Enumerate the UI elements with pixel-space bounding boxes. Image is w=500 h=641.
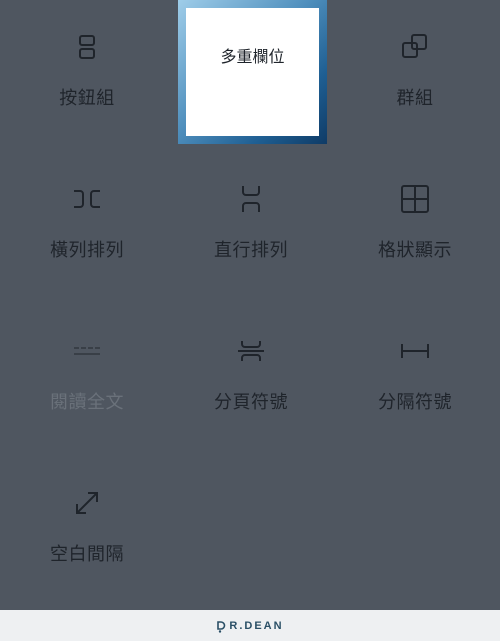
block-label: 分頁符號 bbox=[214, 392, 288, 413]
brand-logo[interactable]: R.DEAN bbox=[216, 619, 283, 633]
block-columns-selected-frame: 多重欄位 bbox=[178, 0, 327, 144]
block-columns[interactable]: 多重欄位 bbox=[186, 8, 319, 136]
group-icon bbox=[397, 24, 433, 70]
block-more: 閱讀全文 bbox=[19, 304, 155, 432]
block-stack[interactable]: 直行排列 bbox=[183, 152, 319, 280]
block-label: 群組 bbox=[396, 88, 434, 109]
row-icon bbox=[69, 176, 105, 222]
block-inserter-grid: 按鈕組 多重欄位 群組 橫列排列 直行排列 格狀顯示 閱讀全文 分頁符號 分隔符… bbox=[0, 0, 500, 610]
block-label: 按鈕組 bbox=[59, 88, 115, 109]
block-label: 橫列排列 bbox=[50, 240, 124, 261]
buttons-icon bbox=[69, 24, 105, 70]
block-row[interactable]: 橫列排列 bbox=[19, 152, 155, 280]
block-group[interactable]: 群組 bbox=[347, 0, 483, 128]
block-label: 空白間隔 bbox=[50, 544, 124, 565]
grid-icon bbox=[397, 176, 433, 222]
spacer-icon bbox=[69, 480, 105, 526]
separator-icon bbox=[397, 328, 433, 374]
block-spacer[interactable]: 空白間隔 bbox=[19, 456, 155, 584]
footer-bar: R.DEAN bbox=[0, 610, 500, 641]
brand-mark-icon bbox=[217, 620, 226, 633]
page-break-icon bbox=[233, 328, 269, 374]
block-grid[interactable]: 格狀顯示 bbox=[347, 152, 483, 280]
block-page-break[interactable]: 分頁符號 bbox=[183, 304, 319, 432]
block-label: 閱讀全文 bbox=[50, 392, 124, 413]
block-buttons[interactable]: 按鈕組 bbox=[19, 0, 155, 128]
brand-text: R.DEAN bbox=[229, 619, 284, 632]
block-label: 多重欄位 bbox=[220, 47, 285, 66]
block-label: 直行排列 bbox=[214, 240, 288, 261]
more-icon bbox=[69, 328, 105, 374]
stack-icon bbox=[233, 176, 269, 222]
block-label: 格狀顯示 bbox=[378, 240, 452, 261]
block-separator[interactable]: 分隔符號 bbox=[347, 304, 483, 432]
block-label: 分隔符號 bbox=[378, 392, 452, 413]
